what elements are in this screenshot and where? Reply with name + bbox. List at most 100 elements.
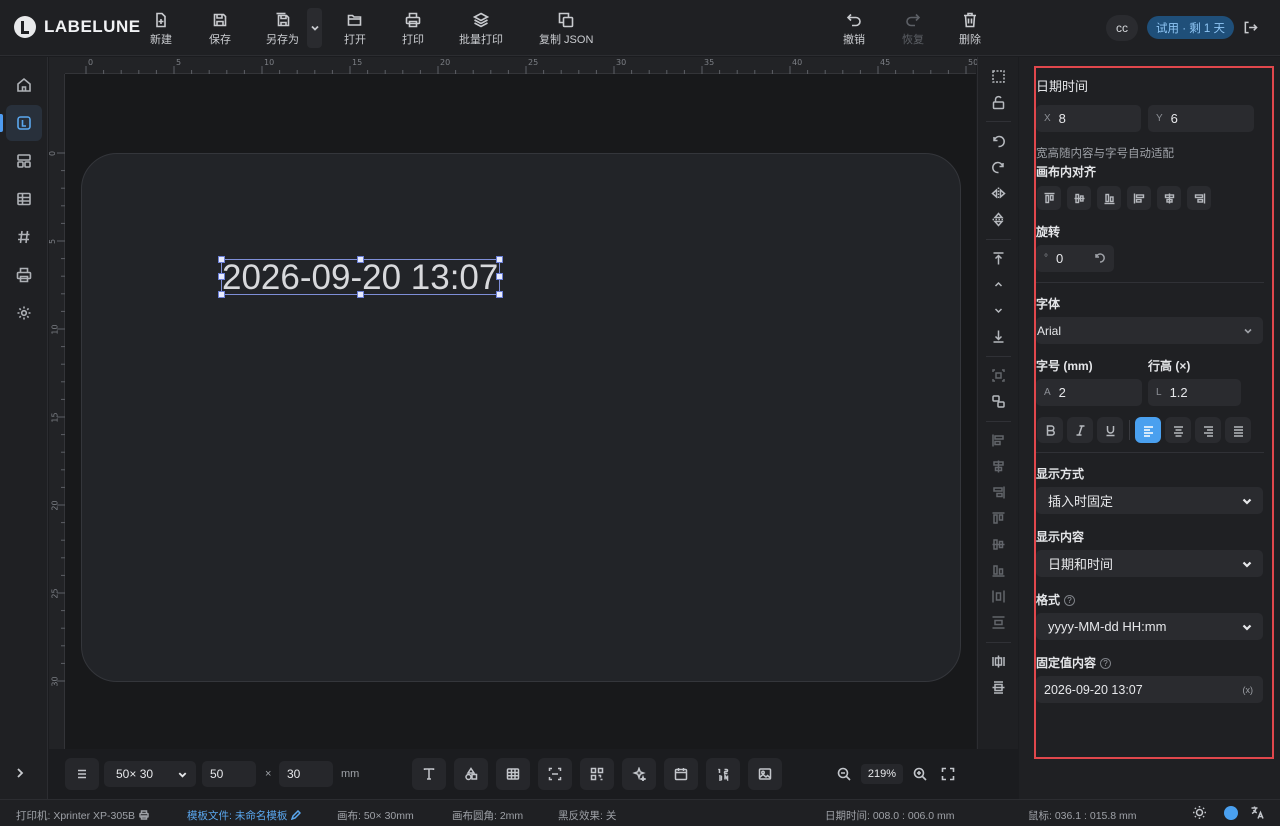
flip-horizontal-button[interactable]: [991, 186, 1006, 201]
underline-button[interactable]: [1097, 417, 1123, 443]
add-barcode-button[interactable]: [538, 758, 572, 790]
help-icon[interactable]: ?: [1064, 595, 1076, 607]
align-middle-button[interactable]: [991, 537, 1006, 552]
y-position-field[interactable]: Y 6: [1148, 105, 1254, 132]
canvas-align-top-button[interactable]: [1037, 186, 1061, 210]
size-preset-select[interactable]: 50× 30: [104, 761, 196, 787]
date-time-element[interactable]: 2026-09-20 13:07: [221, 259, 500, 296]
bring-forward-button[interactable]: [991, 277, 1006, 292]
reset-rotation-button[interactable]: [1094, 252, 1106, 267]
delete-button[interactable]: 删除: [959, 12, 981, 47]
resize-handle-s[interactable]: [357, 291, 364, 298]
rotate-left-button[interactable]: [991, 134, 1006, 149]
group-button[interactable]: [991, 368, 1006, 383]
align-right-button[interactable]: [991, 485, 1006, 500]
add-serial-button[interactable]: [706, 758, 740, 790]
resize-handle-e[interactable]: [496, 273, 503, 280]
center-vertical-button[interactable]: [991, 680, 1006, 695]
distribute-h-button[interactable]: [991, 589, 1006, 604]
undo-button[interactable]: 撤销: [843, 12, 865, 47]
text-align-center-button[interactable]: [1165, 417, 1191, 443]
add-table-button[interactable]: [496, 758, 530, 790]
variable-icon[interactable]: (x): [1243, 685, 1254, 695]
zoom-level[interactable]: 219%: [861, 764, 903, 784]
add-text-button[interactable]: [412, 758, 446, 790]
sidebar-expand-button[interactable]: [14, 767, 26, 782]
canvas-align-middle-button[interactable]: [1067, 186, 1091, 210]
zoom-out-button[interactable]: [837, 767, 851, 781]
ungroup-button[interactable]: [991, 394, 1006, 409]
canvas-align-left-button[interactable]: [1127, 186, 1151, 210]
sidebar-item-settings[interactable]: [6, 295, 42, 331]
sidebar-item-home[interactable]: [6, 67, 42, 103]
send-to-back-button[interactable]: [991, 329, 1006, 344]
resize-handle-nw[interactable]: [218, 256, 225, 263]
resize-handle-w[interactable]: [218, 273, 225, 280]
add-date-button[interactable]: [664, 758, 698, 790]
display-mode-select[interactable]: 插入时固定: [1036, 487, 1263, 514]
help-icon[interactable]: ?: [1100, 658, 1112, 670]
rotate-right-button[interactable]: [991, 160, 1006, 175]
display-content-select[interactable]: 日期和时间: [1036, 550, 1263, 577]
flip-vertical-button[interactable]: [991, 212, 1006, 227]
batch-print-button[interactable]: 批量打印: [459, 12, 503, 47]
italic-button[interactable]: [1067, 417, 1093, 443]
logout-button[interactable]: [1243, 20, 1258, 38]
theme-toggle-button[interactable]: [1192, 805, 1207, 820]
layers-menu-button[interactable]: [65, 758, 99, 790]
text-align-left-button[interactable]: [1135, 417, 1161, 443]
save-as-button[interactable]: 另存为: [266, 12, 299, 47]
text-align-right-button[interactable]: [1195, 417, 1221, 443]
resize-handle-sw[interactable]: [218, 291, 225, 298]
resize-handle-se[interactable]: [496, 291, 503, 298]
template-status[interactable]: 模板文件: 未命名模板: [187, 808, 302, 823]
distribute-v-button[interactable]: [991, 615, 1006, 630]
line-height-field[interactable]: L 1.2: [1148, 379, 1241, 406]
printer-status[interactable]: 打印机: Xprinter XP-305B: [16, 808, 149, 823]
canvas-height-input[interactable]: 30: [279, 761, 333, 787]
zoom-in-button[interactable]: [913, 767, 927, 781]
fit-screen-button[interactable]: [941, 767, 955, 781]
print-button[interactable]: 打印: [402, 12, 424, 47]
sidebar-item-serial[interactable]: [6, 219, 42, 255]
add-shape-button[interactable]: [454, 758, 488, 790]
text-justify-button[interactable]: [1225, 417, 1251, 443]
label-canvas[interactable]: [81, 153, 961, 682]
save-button[interactable]: 保存: [209, 12, 231, 47]
resize-handle-n[interactable]: [357, 256, 364, 263]
bring-to-front-button[interactable]: [991, 251, 1006, 266]
open-button[interactable]: 打开: [344, 12, 366, 47]
align-left-button[interactable]: [991, 433, 1006, 448]
select-area-button[interactable]: [991, 69, 1006, 84]
language-button[interactable]: [1250, 805, 1265, 820]
accent-color-button[interactable]: [1224, 806, 1238, 820]
x-position-field[interactable]: X 8: [1036, 105, 1141, 132]
lock-button[interactable]: [991, 95, 1006, 110]
canvas-align-right-button[interactable]: [1187, 186, 1211, 210]
canvas-width-input[interactable]: 50: [202, 761, 256, 787]
add-image-button[interactable]: [748, 758, 782, 790]
redo-button[interactable]: 恢复: [902, 12, 924, 47]
sidebar-item-table[interactable]: [6, 181, 42, 217]
align-center-h-button[interactable]: [991, 459, 1006, 474]
sidebar-item-printer[interactable]: [6, 257, 42, 293]
sidebar-item-templates[interactable]: [6, 143, 42, 179]
fixed-value-input[interactable]: 2026-09-20 13:07 (x): [1036, 676, 1263, 703]
align-bottom-button[interactable]: [991, 563, 1006, 578]
format-select[interactable]: yyyy-MM-dd HH:mm: [1036, 613, 1263, 640]
center-horizontal-button[interactable]: [991, 654, 1006, 669]
user-avatar[interactable]: cc: [1106, 15, 1138, 41]
send-backward-button[interactable]: [991, 303, 1006, 318]
add-qrcode-button[interactable]: [580, 758, 614, 790]
font-select[interactable]: Arial: [1036, 317, 1263, 344]
resize-handle-ne[interactable]: [496, 256, 503, 263]
copy-json-button[interactable]: 复制 JSON: [539, 12, 593, 47]
rotation-field[interactable]: ° 0: [1036, 245, 1114, 272]
trial-badge[interactable]: 试用 · 剩 1 天: [1147, 16, 1235, 39]
sidebar-item-labels[interactable]: [6, 105, 42, 141]
bold-button[interactable]: [1037, 417, 1063, 443]
canvas-align-bottom-button[interactable]: [1097, 186, 1121, 210]
save-as-dropdown[interactable]: [307, 8, 322, 48]
add-ai-button[interactable]: [622, 758, 656, 790]
new-button[interactable]: 新建: [150, 12, 172, 47]
